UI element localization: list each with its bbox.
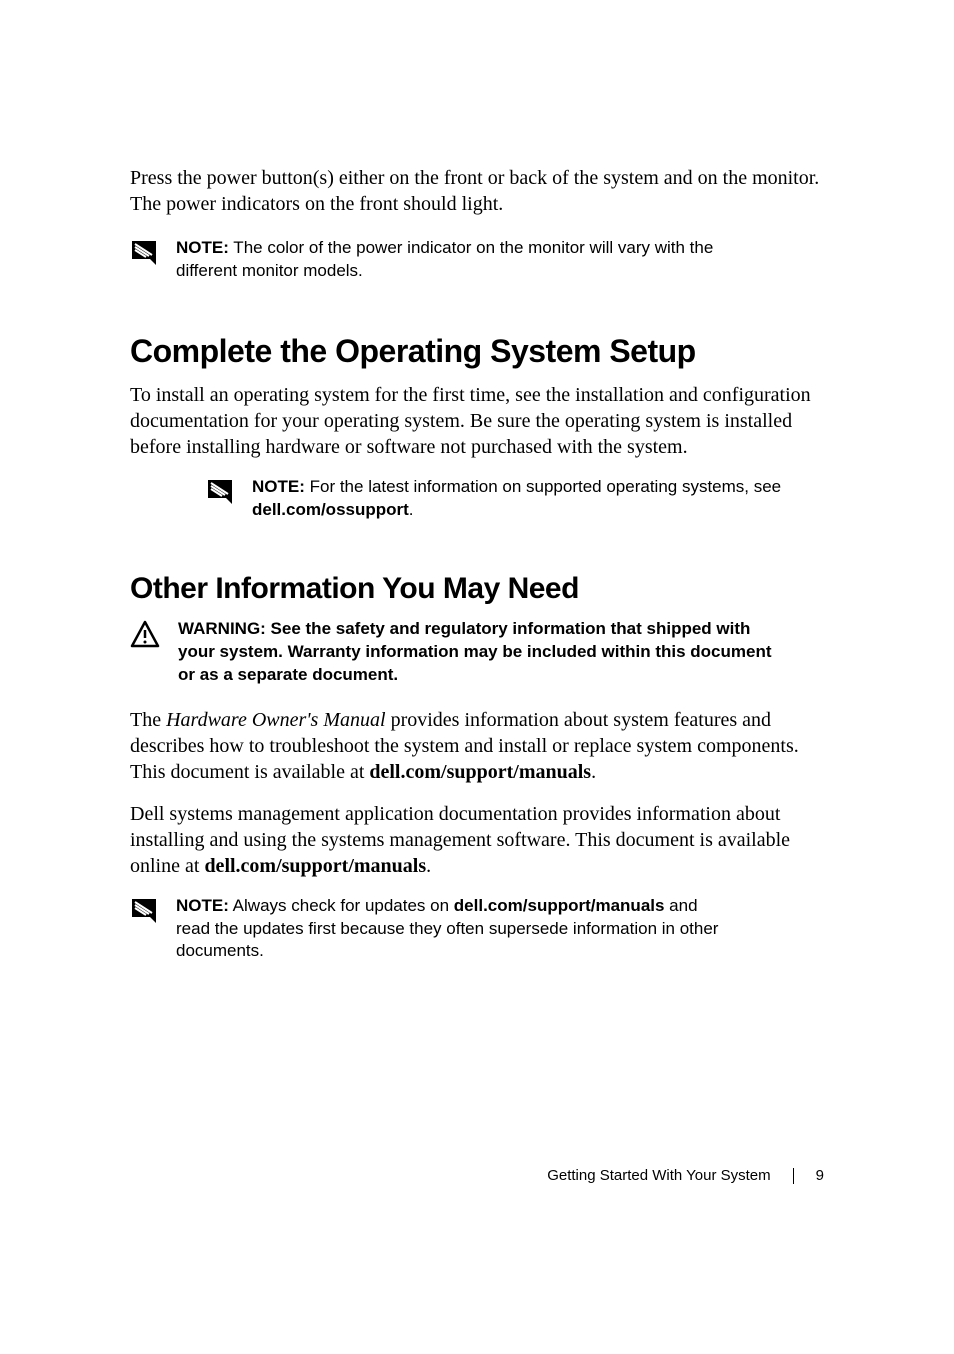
note-body: The color of the power indicator on the … bbox=[176, 238, 713, 280]
note-label: NOTE: bbox=[176, 896, 229, 915]
warning-body: See the safety and regulatory informatio… bbox=[178, 619, 772, 684]
note-text-2: NOTE: For the latest information on supp… bbox=[252, 476, 812, 522]
heading-other-information: Other Information You May Need bbox=[130, 572, 829, 606]
para2-prefix: The bbox=[130, 709, 166, 731]
note-bold-link: dell.com/support/manuals bbox=[454, 896, 665, 915]
heading-complete-os-setup: Complete the Operating System Setup bbox=[130, 333, 829, 370]
note-prefix: Always check for updates on bbox=[229, 896, 454, 915]
note-text-3: NOTE: Always check for updates on dell.c… bbox=[176, 895, 736, 964]
note-bold-link: dell.com/ossupport bbox=[252, 500, 409, 519]
note-icon bbox=[206, 478, 234, 506]
footer-divider bbox=[793, 1168, 794, 1184]
os-setup-paragraph: To install an operating system for the f… bbox=[130, 382, 829, 460]
note-suffix: . bbox=[409, 500, 414, 519]
warning-icon bbox=[130, 620, 160, 648]
page-footer: Getting Started With Your System 9 bbox=[547, 1167, 824, 1184]
note-label: NOTE: bbox=[252, 477, 305, 496]
note-block-3: NOTE: Always check for updates on dell.c… bbox=[130, 895, 829, 964]
systems-management-paragraph: Dell systems management application docu… bbox=[130, 801, 829, 879]
note-text-1: NOTE: The color of the power indicator o… bbox=[176, 237, 736, 283]
note-label: NOTE: bbox=[176, 238, 229, 257]
note-icon bbox=[130, 239, 158, 267]
hardware-manual-paragraph: The Hardware Owner's Manual provides inf… bbox=[130, 707, 829, 785]
para3-suffix: . bbox=[426, 855, 431, 877]
para2-italic: Hardware Owner's Manual bbox=[166, 709, 385, 731]
para3-bold-link: dell.com/support/manuals bbox=[204, 855, 426, 877]
footer-title: Getting Started With Your System bbox=[547, 1167, 770, 1184]
intro-paragraph: Press the power button(s) either on the … bbox=[130, 165, 829, 217]
warning-text: WARNING: See the safety and regulatory i… bbox=[178, 618, 778, 687]
note-prefix: For the latest information on supported … bbox=[305, 477, 781, 496]
footer-page-number: 9 bbox=[816, 1167, 824, 1184]
note-icon bbox=[130, 897, 158, 925]
warning-block: WARNING: See the safety and regulatory i… bbox=[130, 618, 829, 687]
note-block-2: NOTE: For the latest information on supp… bbox=[206, 476, 829, 522]
para2-suffix: . bbox=[591, 761, 596, 783]
para2-bold-link: dell.com/support/manuals bbox=[369, 761, 591, 783]
note-block-1: NOTE: The color of the power indicator o… bbox=[130, 237, 829, 283]
warning-label: WARNING: bbox=[178, 619, 266, 638]
